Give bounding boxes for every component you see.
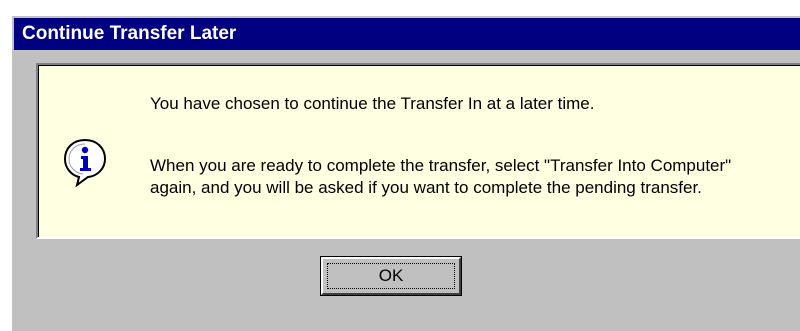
message-text-primary: You have chosen to continue the Transfer…	[150, 94, 595, 113]
dialog-title: Continue Transfer Later	[14, 18, 800, 50]
dialog-window: Continue Transfer Later You have chosen …	[10, 14, 800, 331]
info-icon	[63, 138, 107, 187]
message-panel: You have chosen to continue the Transfer…	[36, 63, 800, 239]
ok-button-label: OK	[378, 266, 404, 285]
message-text-secondary: When you are ready to complete the trans…	[150, 156, 732, 197]
ok-button[interactable]: OK	[320, 256, 462, 296]
